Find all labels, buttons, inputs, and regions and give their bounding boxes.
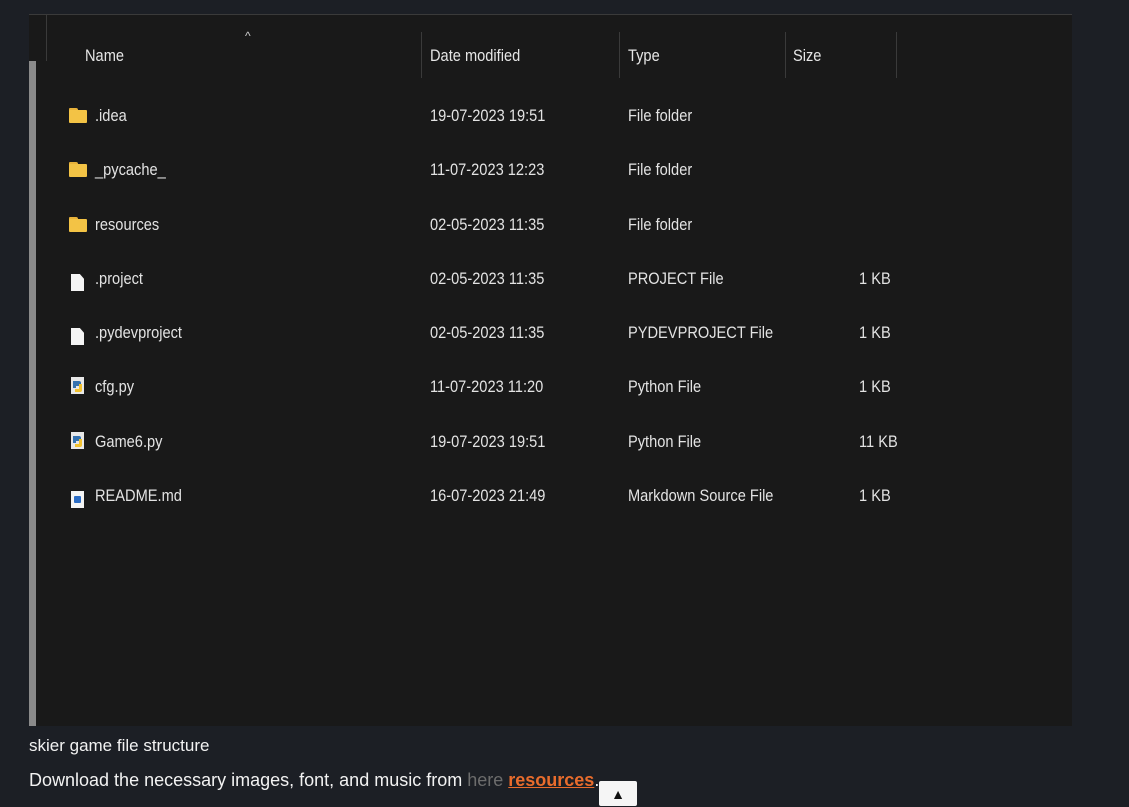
- file-date: 19-07-2023 19:51: [430, 432, 546, 451]
- image-caption: skier game file structure: [29, 736, 210, 755]
- here-link-text[interactable]: here: [467, 770, 503, 790]
- file-date: 02-05-2023 11:35: [430, 269, 545, 288]
- file-name: README.md: [95, 486, 182, 505]
- file-type: Markdown Source File: [628, 486, 774, 505]
- file-size: 1 KB: [859, 269, 891, 288]
- file-explorer-screenshot: ^ Name Date modified Type Size .idea 19-…: [29, 14, 1072, 726]
- column-header-date-modified[interactable]: Date modified: [430, 46, 520, 66]
- markdown-file-icon: [69, 487, 89, 508]
- file-size: 1 KB: [859, 486, 891, 505]
- file-date: 16-07-2023 21:49: [430, 486, 546, 505]
- file-row[interactable]: README.md 16-07-2023 21:49 Markdown Sour…: [69, 481, 1069, 521]
- file-row[interactable]: .project 02-05-2023 11:35 PROJECT File 1…: [69, 264, 1069, 304]
- file-row[interactable]: Game6.py 19-07-2023 19:51 Python File 11…: [69, 427, 1069, 467]
- file-date: 11-07-2023 12:23: [430, 160, 545, 179]
- column-divider: [421, 32, 422, 78]
- column-header-name[interactable]: Name: [85, 46, 124, 66]
- folder-icon: [69, 216, 89, 234]
- file-type: Python File: [628, 432, 702, 451]
- file-type: PROJECT File: [628, 269, 724, 288]
- file-type: PYDEVPROJECT File: [628, 323, 774, 342]
- column-divider: [896, 32, 897, 78]
- file-size: 1 KB: [859, 323, 891, 342]
- file-name: Game6.py: [95, 432, 163, 451]
- file-name: .pydevproject: [95, 323, 182, 342]
- column-divider: [785, 32, 786, 78]
- file-name: .idea: [95, 106, 127, 125]
- file-icon: [69, 270, 89, 291]
- file-type: Python File: [628, 377, 702, 396]
- column-header-size[interactable]: Size: [793, 46, 821, 66]
- file-row[interactable]: resources 02-05-2023 11:35 File folder: [69, 210, 1069, 250]
- file-type: File folder: [628, 160, 693, 179]
- folder-icon: [69, 161, 89, 179]
- file-size: 1 KB: [859, 377, 891, 396]
- file-name: resources: [95, 215, 160, 234]
- column-header-row: ^ Name Date modified Type Size: [29, 15, 1072, 87]
- folder-icon: [69, 107, 89, 125]
- python-file-icon: [69, 431, 87, 451]
- scroll-to-top-button[interactable]: ▲: [599, 781, 637, 806]
- python-file-icon: [69, 376, 87, 396]
- file-name: .project: [95, 269, 143, 288]
- file-type: File folder: [628, 106, 693, 125]
- file-date: 11-07-2023 11:20: [430, 377, 544, 396]
- resources-link[interactable]: resources: [508, 770, 594, 790]
- file-date: 19-07-2023 19:51: [430, 106, 546, 125]
- file-row[interactable]: _pycache_ 11-07-2023 12:23 File folder: [69, 155, 1069, 195]
- column-header-type[interactable]: Type: [628, 46, 660, 66]
- download-text: Download the necessary images, font, and…: [29, 770, 468, 790]
- file-date: 02-05-2023 11:35: [430, 323, 545, 342]
- file-type: File folder: [628, 215, 693, 234]
- file-row[interactable]: .idea 19-07-2023 19:51 File folder: [69, 101, 1069, 141]
- explorer-scrollbar: [29, 61, 36, 726]
- download-paragraph: Download the necessary images, font, and…: [29, 770, 599, 791]
- file-row[interactable]: .pydevproject 02-05-2023 11:35 PYDEVPROJ…: [69, 318, 1069, 358]
- column-divider: [619, 32, 620, 78]
- sort-ascending-icon: ^: [245, 29, 251, 43]
- file-size: 11 KB: [859, 432, 898, 451]
- file-name: _pycache_: [95, 160, 166, 179]
- file-row[interactable]: cfg.py 11-07-2023 11:20 Python File 1 KB: [69, 372, 1069, 412]
- file-icon: [69, 324, 89, 345]
- file-name: cfg.py: [95, 377, 135, 396]
- file-date: 02-05-2023 11:35: [430, 215, 545, 234]
